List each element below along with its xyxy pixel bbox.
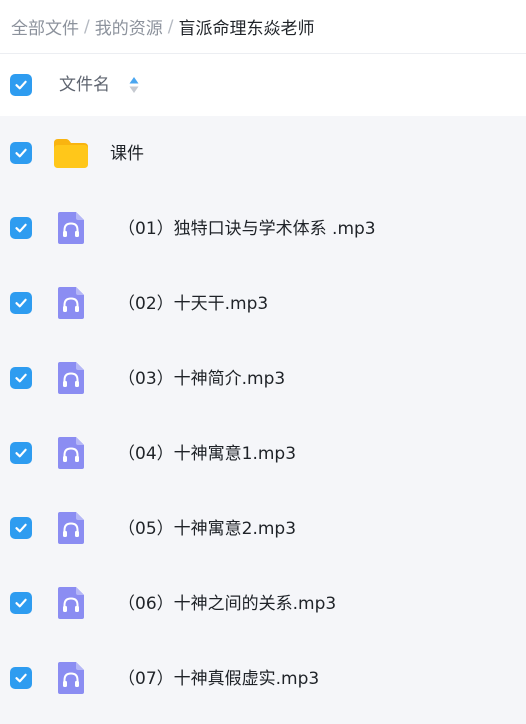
file-row-checkbox[interactable] xyxy=(10,442,32,464)
file-row[interactable]: （02）十天干.mp3 xyxy=(0,266,526,341)
file-name[interactable]: （07）十神真假虚实.mp3 xyxy=(118,667,319,691)
file-list: 课件 （01）独特口诀与学术体系 .mp3 （02）十天干.mp3 （03）十神… xyxy=(0,116,526,716)
file-row-checkbox[interactable] xyxy=(10,142,32,164)
file-name[interactable]: （01）独特口诀与学术体系 .mp3 xyxy=(118,217,376,241)
select-all-checkbox[interactable] xyxy=(10,74,32,96)
file-row-checkbox[interactable] xyxy=(10,592,32,614)
breadcrumb-all-files[interactable]: 全部文件 xyxy=(11,14,79,39)
file-name[interactable]: （02）十天干.mp3 xyxy=(118,292,268,316)
breadcrumb: 全部文件 / 我的资源 / 盲派命理东焱老师 xyxy=(0,0,526,54)
file-row-checkbox[interactable] xyxy=(10,367,32,389)
file-row[interactable]: （03）十神简介.mp3 xyxy=(0,341,526,416)
audio-file-icon xyxy=(58,212,84,244)
file-row[interactable]: （07）十神真假虚实.mp3 xyxy=(0,641,526,716)
file-row[interactable]: （04）十神寓意1.mp3 xyxy=(0,416,526,491)
file-list-header: 文件名 xyxy=(0,54,526,116)
file-row-checkbox[interactable] xyxy=(10,217,32,239)
file-row[interactable]: （05）十神寓意2.mp3 xyxy=(0,491,526,566)
audio-file-icon xyxy=(58,287,84,319)
file-row-checkbox[interactable] xyxy=(10,517,32,539)
sort-icon[interactable] xyxy=(128,76,140,94)
breadcrumb-current-folder: 盲派命理东焱老师 xyxy=(178,19,315,39)
audio-file-icon xyxy=(58,587,84,619)
folder-icon xyxy=(54,139,88,168)
file-name[interactable]: （03）十神简介.mp3 xyxy=(118,367,285,391)
file-row[interactable]: （01）独特口诀与学术体系 .mp3 xyxy=(0,191,526,266)
audio-file-icon xyxy=(58,437,84,469)
breadcrumb-my-resources[interactable]: 我的资源 xyxy=(95,14,163,39)
checkmark-icon xyxy=(15,298,27,308)
breadcrumb-separator: / xyxy=(167,16,174,37)
checkmark-icon xyxy=(15,673,27,683)
audio-file-icon xyxy=(58,662,84,694)
file-name[interactable]: （05）十神寓意2.mp3 xyxy=(118,517,296,541)
audio-file-icon xyxy=(58,512,84,544)
file-row-checkbox[interactable] xyxy=(10,292,32,314)
file-name[interactable]: 课件 xyxy=(110,142,144,166)
file-name[interactable]: （04）十神寓意1.mp3 xyxy=(118,442,296,466)
checkmark-icon xyxy=(15,523,27,533)
file-name[interactable]: （06）十神之间的关系.mp3 xyxy=(118,592,336,616)
checkmark-icon xyxy=(15,448,27,458)
audio-file-icon xyxy=(58,362,84,394)
checkmark-icon xyxy=(15,148,27,158)
column-header-filename[interactable]: 文件名 xyxy=(59,74,110,96)
file-row[interactable]: （06）十神之间的关系.mp3 xyxy=(0,566,526,641)
file-row-checkbox[interactable] xyxy=(10,667,32,689)
breadcrumb-separator: / xyxy=(84,16,90,37)
checkmark-icon xyxy=(15,373,27,383)
checkmark-icon xyxy=(15,598,27,608)
checkmark-icon xyxy=(15,80,27,90)
file-row[interactable]: 课件 xyxy=(0,116,526,191)
checkmark-icon xyxy=(15,223,27,233)
